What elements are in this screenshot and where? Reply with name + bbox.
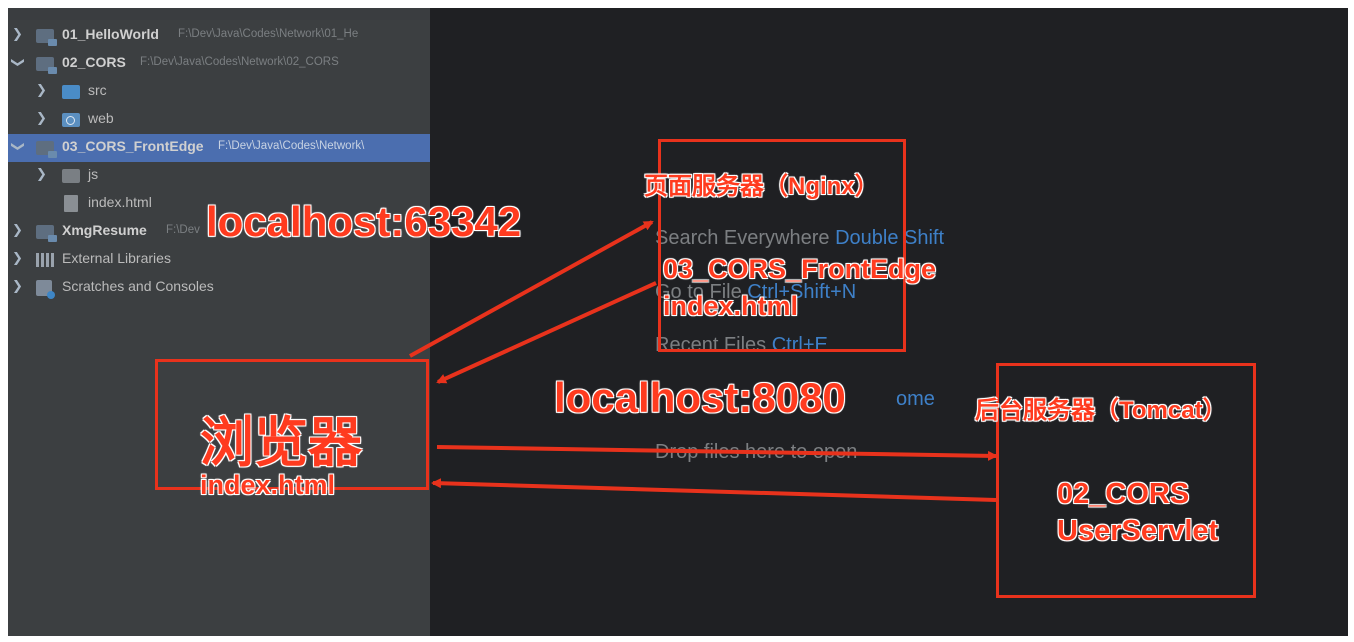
- response-arrow-from-page-server: [436, 281, 657, 384]
- backend-server-title: 后台服务器（Tomcat）: [975, 397, 1227, 424]
- browser-title: 浏览器: [200, 413, 362, 473]
- page-server-title: 页面服务器（Nginx）: [644, 173, 879, 200]
- page-server-project: 03_CORS_FrontEdge: [663, 254, 937, 284]
- port-back-label: localhost:8080: [554, 374, 846, 421]
- response-arrow-from-backend: [431, 478, 997, 502]
- browser-file: index.html: [200, 470, 336, 500]
- page-server-file: index.html: [663, 291, 799, 321]
- request-arrow-to-backend: [436, 445, 998, 461]
- backend-project: 02_CORS: [1057, 478, 1190, 510]
- backend-servlet: UserServlet: [1057, 515, 1219, 547]
- port-front-label: localhost:63342: [206, 198, 522, 245]
